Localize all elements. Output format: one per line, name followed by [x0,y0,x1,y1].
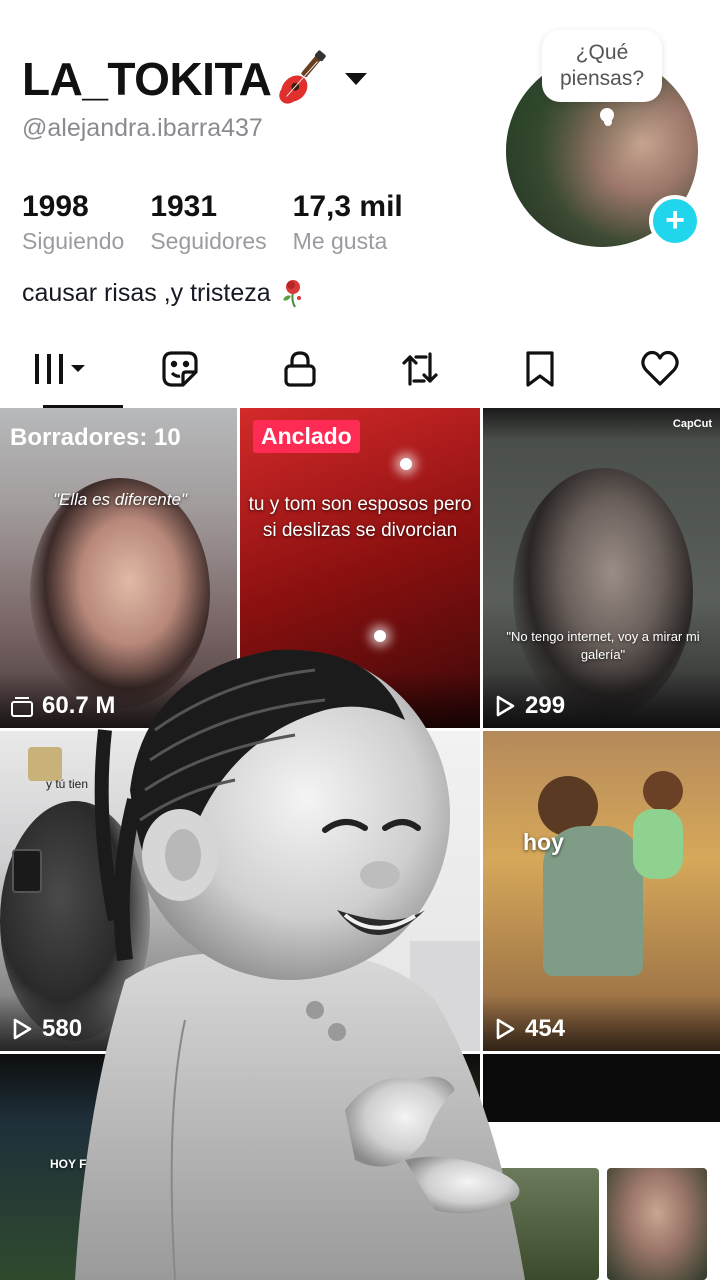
stat-followers[interactable]: 1931 Seguidores [150,190,266,255]
liked-tab[interactable] [600,330,720,408]
stat-following[interactable]: 1998 Siguiendo [22,190,124,255]
bio-text: causar risas ,y tristeza [22,278,271,307]
sticker-icon [162,351,198,387]
video-caption: tu y tom son esposos pero si deslizas se… [248,494,472,541]
stat-value: 1998 [22,190,89,223]
favorites-tab[interactable] [480,330,600,408]
grid-bars-icon [35,354,85,384]
thought-bubble-text: ¿Qué piensas? [559,41,645,90]
video-caption: "Ella es diferente" [53,490,187,509]
thought-bubble-tail [604,118,612,126]
heart-icon [641,350,679,386]
profile-bio: causar risas ,y tristeza [22,278,307,308]
drafts-label: Borradores: 10 [10,424,181,451]
stat-label: Seguidores [150,228,267,254]
chevron-down-icon [345,73,368,85]
profile-stats: 1998 Siguiendo 1931 Seguidores 17,3 mil … [22,190,429,255]
stat-value: 17,3 mil [292,190,403,223]
plus-icon: + [665,200,685,239]
stat-likes[interactable]: 17,3 mil Me gusta [293,190,403,255]
capcut-watermark: CapCut [672,418,712,430]
reposts-tab[interactable] [360,330,480,408]
stat-value: 1931 [150,190,218,223]
stack-icon [11,697,33,717]
profile-username: LA_TOKITA [22,53,272,105]
guitar-emoji-icon [279,50,327,104]
play-icon [13,1018,32,1040]
stickers-tab[interactable] [120,330,240,408]
stat-label: Me gusta [292,228,388,254]
bookmark-icon [526,351,554,387]
video-view-count: 580 [10,1015,82,1043]
videos-tab[interactable] [0,330,123,408]
stat-label: Siguiendo [22,228,125,254]
laughing-baby-sticker [75,649,525,1280]
profile-handle: @alejandra.ibarra437 [22,114,263,142]
pinned-badge: Anclado [253,420,360,453]
add-story-button[interactable]: + [649,195,701,247]
lock-icon [284,351,316,387]
username-switcher[interactable]: LA_TOKITA [22,50,368,108]
wilted-rose-icon [283,280,301,308]
thought-bubble[interactable]: ¿Qué piensas? [542,30,662,102]
profile-header: LA_TOKITA @alejandra.ibarra437 1998 Sigu… [0,0,720,330]
repost-icon [402,352,438,386]
private-tab[interactable] [240,330,360,408]
profile-tabs [0,330,720,408]
